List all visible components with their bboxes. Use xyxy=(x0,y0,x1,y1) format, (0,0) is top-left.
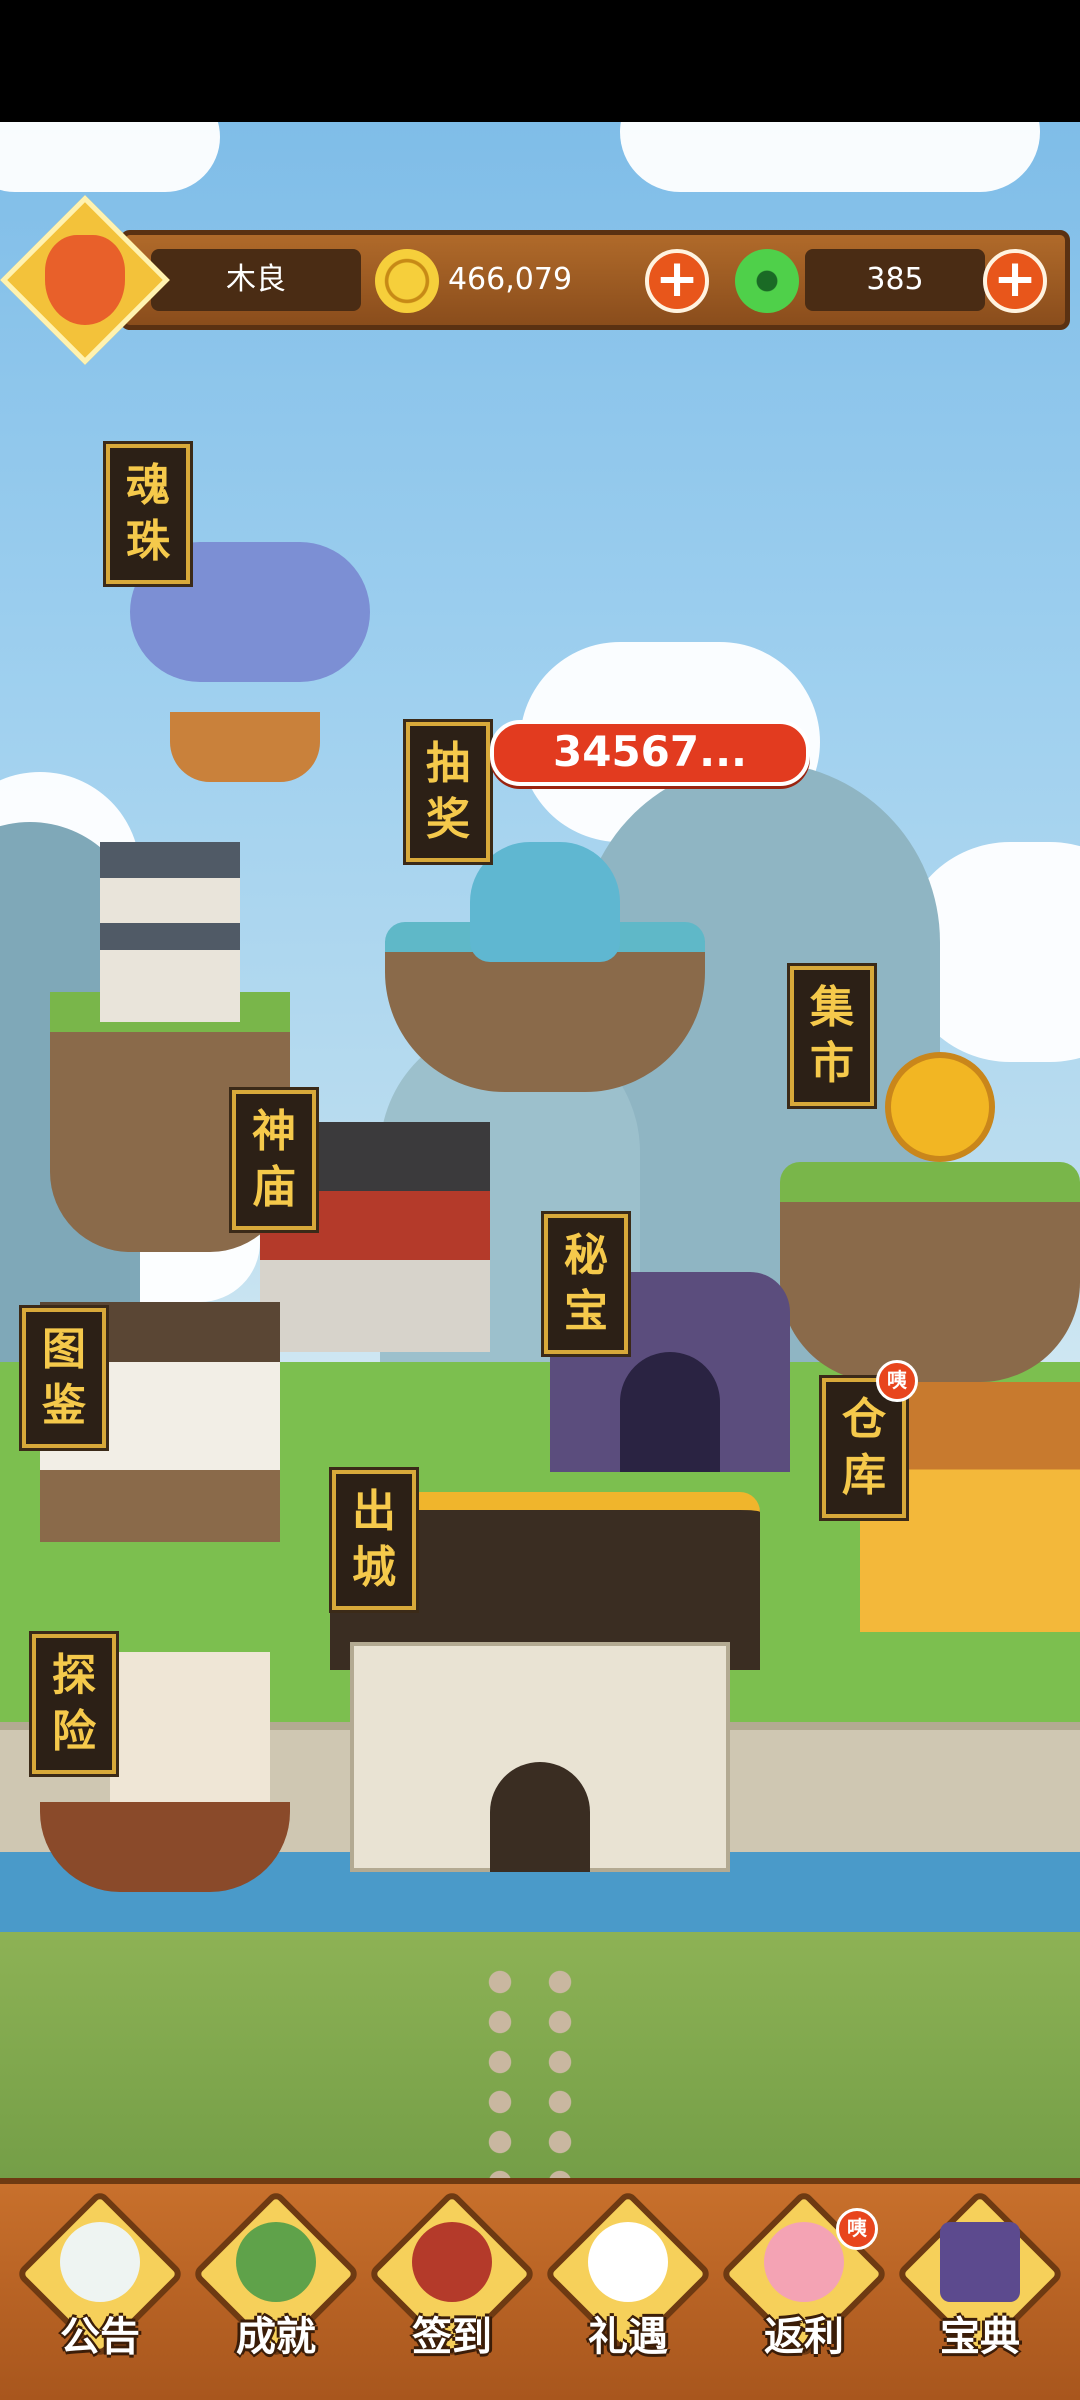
fox-mask-icon xyxy=(45,235,125,325)
nav-handbook[interactable]: 宝典 xyxy=(895,2189,1065,2374)
sign-leave-city[interactable]: 出城 xyxy=(332,1470,416,1610)
player-avatar[interactable] xyxy=(0,195,170,365)
nav-label: 公告 xyxy=(60,2314,140,2360)
bottom-nav: 公告 成就 签到 礼遇 返利 咦 宝典 xyxy=(0,2178,1080,2400)
achievement-statue-icon xyxy=(236,2222,316,2302)
scroll-icon xyxy=(60,2222,140,2302)
market-island[interactable] xyxy=(780,1162,1080,1382)
book-icon xyxy=(940,2222,1020,2302)
nav-label: 返利 xyxy=(764,2314,844,2360)
nav-checkin[interactable]: 签到 xyxy=(367,2189,537,2374)
lucky-cat-icon xyxy=(588,2222,668,2302)
nav-label: 宝典 xyxy=(940,2314,1020,2360)
cloud xyxy=(0,122,220,192)
sign-codex[interactable]: 图鉴 xyxy=(22,1308,106,1448)
sign-lottery[interactable]: 抽奖 xyxy=(406,722,490,862)
nav-gifts[interactable]: 礼遇 xyxy=(543,2189,713,2374)
status-bar xyxy=(0,0,1080,122)
nav-label: 签到 xyxy=(412,2314,492,2360)
sign-explore[interactable]: 探险 xyxy=(32,1634,116,1774)
airship-gondola xyxy=(170,712,320,782)
resource-bar: 木良 466,079 + 385 + xyxy=(120,230,1070,330)
toad-machine xyxy=(470,842,620,962)
nav-announcement[interactable]: 公告 xyxy=(15,2189,185,2374)
sign-market[interactable]: 集市 xyxy=(790,966,874,1106)
nav-achievement[interactable]: 成就 xyxy=(191,2189,361,2374)
jade-icon xyxy=(735,249,799,313)
sign-soul-orb[interactable]: 魂珠 xyxy=(106,444,190,584)
add-jade-button[interactable]: + xyxy=(983,249,1047,313)
sign-secret[interactable]: 秘宝 xyxy=(544,1214,628,1354)
lottery-counter-banner[interactable]: 34567... xyxy=(490,720,810,786)
sign-temple[interactable]: 神庙 xyxy=(232,1090,316,1230)
player-name: 木良 xyxy=(151,249,361,311)
warehouse-badge: 咦 xyxy=(876,1360,918,1402)
cloud xyxy=(620,122,1040,192)
town-scene: 魂珠 抽奖 集市 神庙 秘宝 图鉴 仓库 咦 出城 探险 xyxy=(0,122,1080,2400)
jade-count: 385 xyxy=(805,249,985,311)
add-coins-button[interactable]: + xyxy=(645,249,709,313)
gate-icon xyxy=(412,2222,492,2302)
rebate-badge: 咦 xyxy=(836,2208,878,2250)
nav-rebate[interactable]: 返利 咦 xyxy=(719,2189,889,2374)
sail xyxy=(110,1652,270,1812)
castle xyxy=(100,842,240,1022)
coin-count: 466,079 xyxy=(447,262,573,297)
city-gate-door xyxy=(490,1762,590,1872)
market-coin-icon xyxy=(885,1052,995,1162)
ship[interactable] xyxy=(40,1802,290,1892)
stepping-stones xyxy=(470,1962,590,2202)
nav-label: 成就 xyxy=(236,2314,316,2360)
piggy-bank-icon xyxy=(764,2222,844,2302)
nav-label: 礼遇 xyxy=(588,2314,668,2360)
secret-cave-door xyxy=(620,1352,720,1472)
